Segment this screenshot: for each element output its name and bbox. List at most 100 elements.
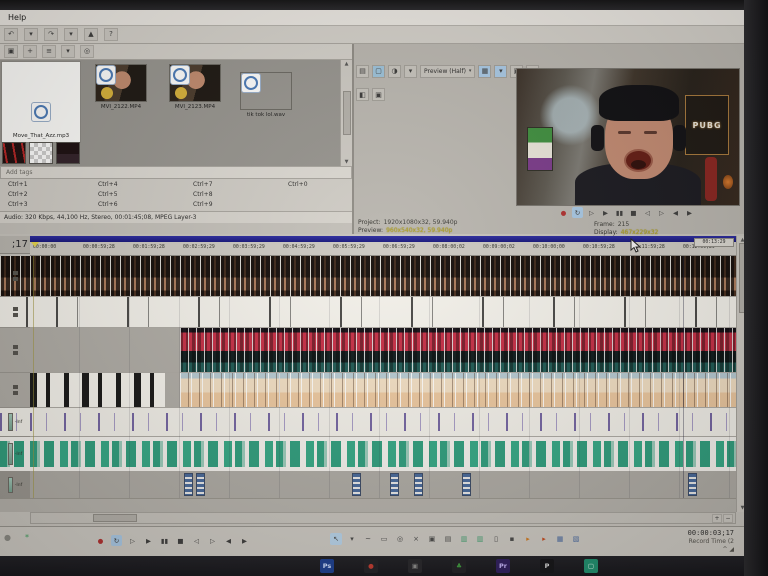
media-views-button[interactable]: ≡ — [42, 45, 56, 58]
timeline-track[interactable] — [30, 256, 736, 296]
timeline-track[interactable] — [30, 408, 736, 436]
envelope-edit-tool-button[interactable]: ~ — [362, 533, 374, 545]
interaction-tool-button[interactable]: ▲ — [84, 28, 98, 41]
go-to-end-button[interactable]: ▷ — [656, 207, 667, 218]
split-screen-caret-icon[interactable]: ▾ — [404, 65, 417, 78]
project-media-properties-button[interactable]: ▣ — [4, 45, 18, 58]
track-header[interactable]: -Inf — [0, 472, 30, 498]
photoshop-taskbar-icon[interactable]: Ps — [320, 559, 334, 573]
split-screen-view-icon[interactable]: ◧ — [356, 88, 369, 101]
edit-tool-caret-icon[interactable]: ▾ — [346, 533, 358, 545]
play-button[interactable]: ▶ — [143, 535, 154, 546]
play-from-start-button[interactable]: ▷ — [586, 207, 597, 218]
next-frame-button[interactable]: ▶ — [239, 535, 250, 546]
scroll-thumb[interactable] — [343, 91, 351, 135]
volume-fader[interactable] — [8, 477, 13, 493]
small-audio-clip[interactable] — [184, 473, 193, 496]
Move_That_Azz.mp3[interactable]: Move_That_Azz.mp3 — [2, 62, 80, 142]
play-button[interactable]: ▶ — [600, 207, 611, 218]
small-audio-clip[interactable] — [414, 473, 423, 496]
selection-edit-tool-button[interactable]: ▭ — [378, 533, 390, 545]
undo-caret-icon[interactable]: ▾ — [24, 28, 38, 41]
scroll-up-icon[interactable]: ▲ — [345, 61, 349, 67]
next-frame-button[interactable]: ▶ — [684, 207, 695, 218]
timeline-track[interactable] — [30, 328, 736, 372]
lock-event-button[interactable]: ▪ — [506, 533, 518, 545]
screen-share-taskbar-icon[interactable]: ▢ — [584, 559, 598, 573]
track-header[interactable] — [0, 297, 30, 327]
MVI_2122.MP4[interactable]: MVI_2122.MP4 — [88, 62, 154, 113]
obs-taskbar-icon[interactable]: ● — [364, 559, 378, 573]
zoom-in-button[interactable]: + — [712, 514, 722, 523]
media-bin-scrollbar[interactable]: ▲ ▼ — [340, 60, 352, 166]
insert-marker-button[interactable]: ▸ — [522, 533, 534, 545]
group-events-button[interactable]: ▥ — [458, 533, 470, 545]
small-audio-clip[interactable] — [196, 473, 205, 496]
media-mini-thumb-red[interactable] — [2, 142, 26, 164]
normal-edit-tool-button[interactable]: ↖ — [330, 533, 342, 545]
go-to-start-button[interactable]: ◁ — [642, 207, 653, 218]
timeline-track[interactable] — [30, 297, 736, 327]
overlays-caret-icon[interactable]: ▾ — [494, 65, 507, 78]
small-audio-clip[interactable] — [390, 473, 399, 496]
media-mini-thumb-checker[interactable] — [29, 142, 53, 164]
snap-toggle-button[interactable]: ▦ — [554, 533, 566, 545]
previous-frame-button[interactable]: ◀ — [223, 535, 234, 546]
MVI_2123.MP4[interactable]: MVI_2123.MP4 — [162, 62, 228, 113]
stop-button[interactable]: ■ — [628, 207, 639, 218]
status-dot-icon[interactable]: ● — [4, 533, 11, 542]
track-buttons-icon[interactable] — [13, 345, 18, 355]
track-buttons-icon[interactable] — [13, 271, 18, 281]
record-button[interactable]: ● — [558, 207, 569, 218]
external-monitor-button[interactable]: ▢ — [372, 65, 385, 78]
previous-frame-button[interactable]: ◀ — [670, 207, 681, 218]
media-mini-thumb-red2[interactable] — [56, 142, 80, 164]
piano-bar-clip[interactable] — [30, 373, 165, 407]
help-cursor-button[interactable]: ? — [104, 28, 118, 41]
paste-button[interactable]: ▤ — [442, 533, 454, 545]
go-to-start-button[interactable]: ◁ — [191, 535, 202, 546]
tray-chevron-icon[interactable]: ^ ◢ — [722, 546, 734, 553]
loop-playback-button[interactable]: ↻ — [111, 535, 122, 546]
scroll-down-icon[interactable]: ▼ — [345, 159, 349, 165]
playhead-marker[interactable] — [31, 242, 39, 247]
preview-quality-dropdown[interactable]: Preview (Half) ▾ — [420, 65, 475, 78]
timeline-track[interactable] — [30, 437, 736, 471]
auto-crossfade-button[interactable]: ▧ — [570, 533, 582, 545]
loop-playback-button[interactable]: ↻ — [572, 207, 583, 218]
import-media-button[interactable]: + — [23, 45, 37, 58]
add-tags-field[interactable]: Add tags — [0, 166, 352, 179]
redo-button[interactable]: ↷ — [44, 28, 58, 41]
track-header[interactable] — [0, 256, 30, 296]
small-audio-clip[interactable] — [462, 473, 471, 496]
preview-device-icon[interactable]: ▣ — [372, 88, 385, 101]
redo-caret-icon[interactable]: ▾ — [64, 28, 78, 41]
record-button[interactable]: ● — [95, 535, 106, 546]
timeline-horizontal-scrollbar[interactable]: + − — [30, 512, 736, 524]
camera-app-taskbar-icon[interactable]: ▣ — [408, 559, 422, 573]
parsec-taskbar-icon[interactable]: P — [540, 559, 554, 573]
timeline-track[interactable] — [30, 472, 736, 498]
track-header[interactable] — [0, 373, 30, 407]
premiere-taskbar-icon[interactable]: Pr — [496, 559, 510, 573]
timeline-track[interactable] — [30, 373, 736, 407]
split-button[interactable]: ▯ — [490, 533, 502, 545]
pause-button[interactable]: ▮▮ — [159, 535, 170, 546]
media-preview-button[interactable]: ◎ — [80, 45, 94, 58]
media-views-caret-icon[interactable]: ▾ — [61, 45, 75, 58]
volume-fader[interactable] — [8, 443, 13, 464]
undo-button[interactable]: ↶ — [4, 28, 18, 41]
cut-button[interactable]: × — [410, 533, 422, 545]
play-from-start-button[interactable]: ▷ — [127, 535, 138, 546]
insert-region-button[interactable]: ▸ — [538, 533, 550, 545]
small-audio-clip[interactable] — [352, 473, 361, 496]
track-buttons-icon[interactable] — [13, 385, 18, 395]
scroll-thumb[interactable] — [93, 514, 137, 522]
copy-button[interactable]: ▣ — [426, 533, 438, 545]
track-header[interactable] — [0, 328, 30, 372]
pause-button[interactable]: ▮▮ — [614, 207, 625, 218]
volume-fader[interactable] — [8, 413, 13, 430]
overlays-button[interactable]: ▦ — [478, 65, 491, 78]
small-audio-clip[interactable] — [688, 473, 697, 496]
track-header[interactable]: -Inf — [0, 408, 30, 436]
